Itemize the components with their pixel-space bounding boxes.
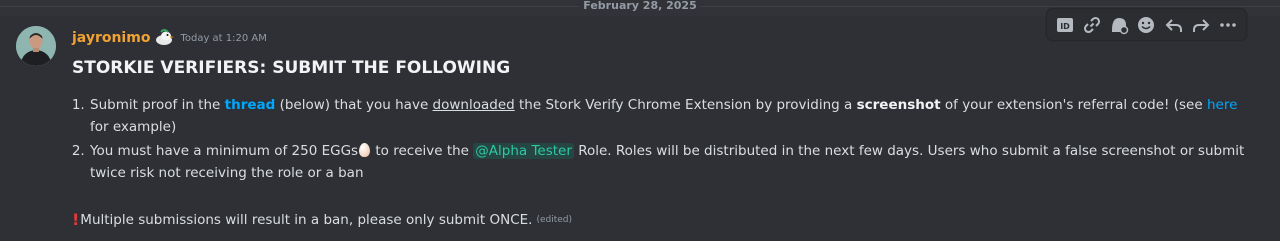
more-button[interactable] <box>1216 13 1240 37</box>
edited-label: (edited) <box>536 215 572 225</box>
list-item: Submit proof in the thread (below) that … <box>89 94 1249 138</box>
role-badge-icon[interactable] <box>154 29 175 47</box>
list-text: of your extension's referral code! (see <box>940 97 1207 113</box>
message-timestamp: Today at 1:20 AM <box>180 32 267 44</box>
add-reaction-icon <box>1138 16 1155 33</box>
date-divider-label: February 28, 2025 <box>579 0 701 12</box>
list-text: for example) <box>90 119 177 135</box>
message-title: STORKIE VERIFIERS: SUBMIT THE FOLLOWING <box>72 58 511 78</box>
link-icon <box>1083 16 1100 33</box>
reply-button[interactable] <box>1162 13 1186 37</box>
forward-icon <box>1193 18 1210 32</box>
copy-link-button[interactable] <box>1080 13 1104 37</box>
message-header: jayronimo Today at 1:20 AM <box>72 29 267 47</box>
exclamation-icon: ! <box>72 210 80 229</box>
copy-id-button[interactable]: ID <box>1053 13 1077 37</box>
avatar[interactable] <box>16 26 56 66</box>
add-reaction-button[interactable] <box>1134 13 1158 37</box>
create-thread-icon <box>1112 17 1129 34</box>
svg-text:ID: ID <box>1060 22 1070 31</box>
create-thread-button[interactable] <box>1107 13 1131 37</box>
id-icon: ID <box>1056 17 1073 32</box>
list-text: to receive the <box>371 143 474 159</box>
list-text: You must have a minimum of 250 EGGs <box>90 143 359 159</box>
thread-link[interactable]: thread <box>225 97 276 113</box>
list-text: (below) that you have <box>275 97 433 113</box>
more-icon <box>1220 22 1237 27</box>
forward-button[interactable] <box>1189 13 1213 37</box>
egg-icon <box>359 143 371 157</box>
list-item: You must have a minimum of 250 EGGs to r… <box>89 140 1249 184</box>
role-mention[interactable]: @Alpha Tester <box>473 143 574 159</box>
downloaded-text: downloaded <box>432 97 515 113</box>
author-name[interactable]: jayronimo <box>72 30 150 46</box>
list-text: Submit proof in the <box>90 97 225 113</box>
warning-text: Multiple submissions will result in a ba… <box>80 212 533 228</box>
here-link[interactable]: here <box>1207 97 1237 113</box>
warning-line: ! Multiple submissions will result in a … <box>72 210 572 230</box>
list-text: the Stork Verify Chrome Extension by pro… <box>514 97 857 113</box>
instruction-list: Submit proof in the thread (below) that … <box>72 94 1249 184</box>
reply-icon <box>1165 18 1182 32</box>
message-toolbar: ID <box>1046 8 1247 41</box>
screenshot-text: screenshot <box>856 97 941 113</box>
